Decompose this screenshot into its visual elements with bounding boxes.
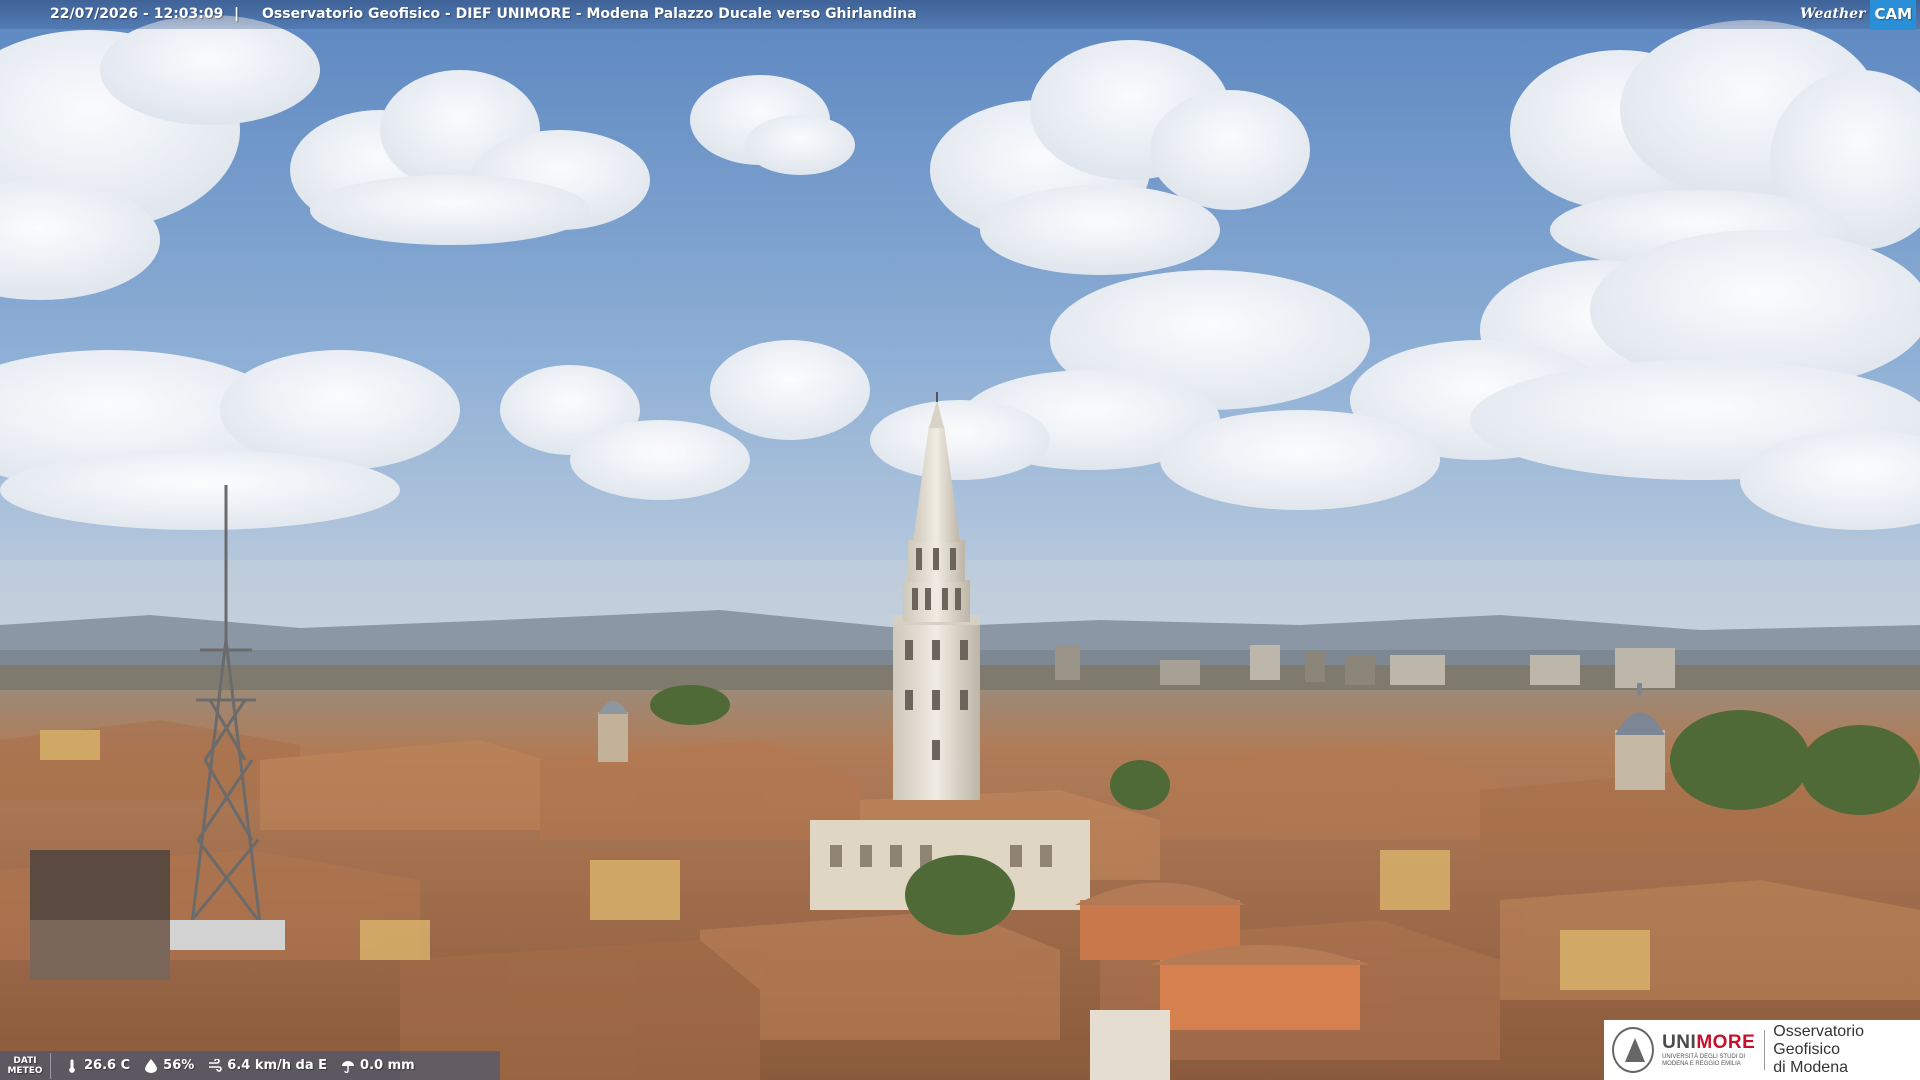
observatory-name-line1: Osservatorio Geofisico <box>1773 1023 1864 1058</box>
university-seal-icon <box>1612 1027 1655 1073</box>
weathercam-logo-cam: CAM <box>1870 0 1916 30</box>
unimore-observatory-logo[interactable]: UNIMORE UNIVERSITÀ DEGLI STUDI DI MODENA… <box>1604 1020 1920 1080</box>
wind-reading: 6.4 km/h da E <box>208 1058 327 1073</box>
wind-icon <box>208 1058 223 1073</box>
temperature-value: 26.6 C <box>84 1058 131 1073</box>
temperature-reading: 26.6 C <box>65 1058 130 1073</box>
webcam-caption: Osservatorio Geofisico - DIEF UNIMORE - … <box>262 6 917 22</box>
unimore-subtitle-2: MODENA E REGGIO EMILIA <box>1662 1061 1741 1067</box>
webcam-info-bar: 22/07/2026 - 12:03:09 | Osservatorio Geo… <box>0 0 1920 30</box>
humidity-value: 56% <box>163 1058 195 1073</box>
webcam-photo <box>0 0 1920 1080</box>
capture-datetime: 22/07/2026 - 12:03:09 <box>50 6 224 22</box>
unimore-wordmark: UNIMORE <box>1662 1032 1756 1054</box>
observatory-name-line2: di Modena <box>1773 1059 1848 1076</box>
unimore-brand: UNIMORE UNIVERSITÀ DEGLI STUDI DI MODENA… <box>1662 1032 1756 1068</box>
unimore-wordmark-more: MORE <box>1696 1032 1756 1053</box>
rain-reading: 0.0 mm <box>341 1058 415 1073</box>
humidity-reading: 56% <box>144 1058 194 1073</box>
wind-value: 6.4 km/h da E <box>227 1058 328 1073</box>
weather-label-line1: DATI <box>13 1055 37 1066</box>
weathercam-logo[interactable]: Weather CAM <box>1800 0 1920 30</box>
caption-separator: | <box>234 6 240 22</box>
thermometer-icon <box>65 1059 79 1073</box>
weather-label-line2: METEO <box>7 1065 43 1076</box>
rain-icon <box>341 1059 355 1073</box>
logo-divider <box>1764 1030 1766 1070</box>
rain-value: 0.0 mm <box>360 1058 415 1073</box>
unimore-wordmark-uni: UNI <box>1662 1032 1697 1053</box>
unimore-subtitle-1: UNIVERSITÀ DEGLI STUDI DI <box>1662 1054 1746 1060</box>
weathercam-logo-weather: Weather <box>1799 6 1866 22</box>
church-dome-left <box>598 701 628 762</box>
humidity-drop-icon <box>144 1058 158 1073</box>
weather-data-label: DATI METEO <box>0 1052 51 1079</box>
observatory-name: Osservatorio Geofisico di Modena <box>1773 1023 1920 1077</box>
weather-data-strip: DATI METEO 26.6 C 56% 6.4 km/h da E 0.0 … <box>0 1051 500 1080</box>
